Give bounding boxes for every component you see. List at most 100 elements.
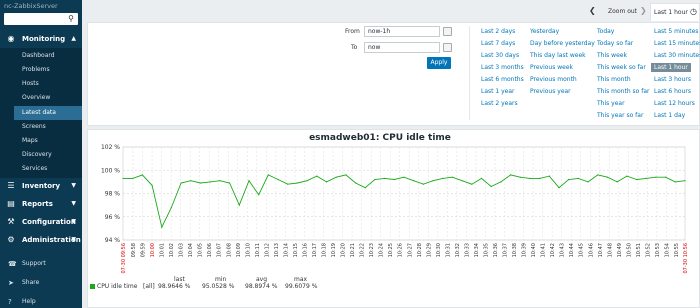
data-point (287, 183, 289, 185)
data-point (674, 181, 676, 183)
data-point (170, 206, 172, 209)
data-point (442, 177, 444, 179)
data-point (403, 176, 405, 178)
data-point (364, 187, 366, 189)
data-point (490, 185, 492, 188)
x-tick-label: 10:38 (512, 243, 518, 257)
data-point (587, 181, 589, 183)
data-point (345, 174, 347, 176)
data-point (500, 181, 502, 183)
y-tick-label: 100 % (101, 167, 120, 174)
data-point (665, 176, 667, 178)
data-point (374, 178, 376, 181)
data-point (451, 176, 453, 178)
x-tick-label: 10:34 (474, 243, 480, 257)
data-point (616, 181, 618, 183)
x-tick-label: 10:32 (455, 243, 461, 257)
x-tick-label: 10:53 (655, 243, 661, 257)
x-tick-label: 10:08 (226, 243, 232, 257)
legend-value-last: 98.9646 % (158, 283, 191, 290)
data-point (355, 182, 357, 184)
data-point (161, 226, 163, 228)
x-tick-label: 10:01 (160, 243, 166, 257)
data-point (238, 204, 240, 206)
x-tick-label: 10:35 (483, 243, 489, 257)
y-tick-label: 94 % (105, 237, 121, 244)
x-tick-label: 10:24 (379, 243, 385, 257)
data-point (413, 180, 415, 182)
data-point (199, 182, 202, 184)
data-point (529, 177, 531, 179)
x-tick-label: 10:00 (150, 243, 156, 257)
data-point (606, 176, 609, 178)
data-point (209, 181, 211, 183)
data-point (655, 176, 657, 178)
x-tick-label: 10:17 (312, 243, 318, 257)
data-point (684, 180, 686, 182)
data-point (141, 174, 143, 176)
data-point (132, 177, 134, 179)
x-tick-label: 10:12 (264, 243, 270, 257)
data-point (258, 194, 260, 196)
data-point (558, 187, 560, 189)
x-tick-label: 10:03 (179, 243, 185, 257)
data-point (151, 184, 153, 186)
data-point (219, 180, 221, 182)
x-tick-label: 10:52 (645, 243, 651, 257)
x-start-label: 07-30 09:56 (121, 243, 127, 274)
data-point (335, 176, 337, 178)
x-tick-label: 10:05 (198, 243, 204, 257)
data-point (422, 183, 424, 185)
legend-value-avg: 98.8974 % (245, 283, 278, 290)
data-point (180, 182, 182, 184)
x-tick-label: 10:04 (188, 243, 194, 257)
x-tick-label: 10:27 (407, 243, 413, 257)
x-tick-label: 10:28 (417, 243, 423, 257)
y-tick-label: 102 % (101, 144, 120, 151)
legend-value-min: 95.0528 % (202, 283, 235, 290)
x-tick-label: 10:31 (445, 243, 451, 257)
x-tick-label: 10:30 (436, 243, 442, 257)
x-tick-label: 10:06 (207, 243, 213, 257)
x-tick-label: 10:33 (464, 243, 470, 257)
x-tick-label: 10:22 (360, 243, 366, 257)
x-tick-label: 10:44 (569, 243, 575, 257)
data-point (267, 174, 269, 176)
x-tick-label: 10:23 (369, 243, 375, 257)
legend-value-max: 99.6079 % (285, 283, 318, 290)
data-point (597, 174, 599, 176)
legend-series-name: CPU idle time (97, 283, 138, 290)
data-point (306, 180, 308, 182)
x-tick-label: 10:19 (331, 243, 337, 257)
x-tick-label: 10:14 (283, 243, 289, 257)
data-point (384, 177, 386, 179)
data-point (393, 178, 395, 181)
y-tick-label: 96 % (105, 214, 121, 221)
x-tick-label: 10:54 (664, 243, 670, 257)
data-point (229, 182, 231, 184)
x-tick-label: 10:46 (588, 243, 594, 257)
x-tick-label: 10:07 (217, 243, 223, 257)
legend-swatch (90, 284, 95, 289)
legend-header-avg: avg (256, 276, 268, 283)
x-tick-label: 10:29 (426, 243, 432, 257)
x-tick-label: 10:48 (607, 243, 613, 257)
x-tick-label: 10:50 (626, 243, 632, 257)
x-tick-label: 10:21 (350, 243, 356, 257)
x-tick-label: 10:25 (388, 243, 394, 257)
x-tick-label: 10:42 (550, 243, 556, 257)
x-tick-label: 10:02 (169, 243, 175, 257)
data-point (568, 178, 570, 181)
x-tick-label: 10:16 (302, 243, 308, 257)
data-point (277, 178, 279, 181)
data-point (461, 180, 463, 182)
x-end-label: 07-30 10:56 (683, 243, 689, 274)
legend-header-min: min (215, 276, 227, 283)
x-tick-label: 10:36 (493, 243, 499, 257)
data-point (432, 180, 434, 182)
x-tick-label: 10:39 (522, 243, 528, 257)
data-point (190, 180, 192, 182)
x-tick-label: 10:43 (560, 243, 566, 257)
x-tick-label: 10:18 (322, 243, 328, 257)
x-tick-label: 10:20 (341, 243, 347, 257)
